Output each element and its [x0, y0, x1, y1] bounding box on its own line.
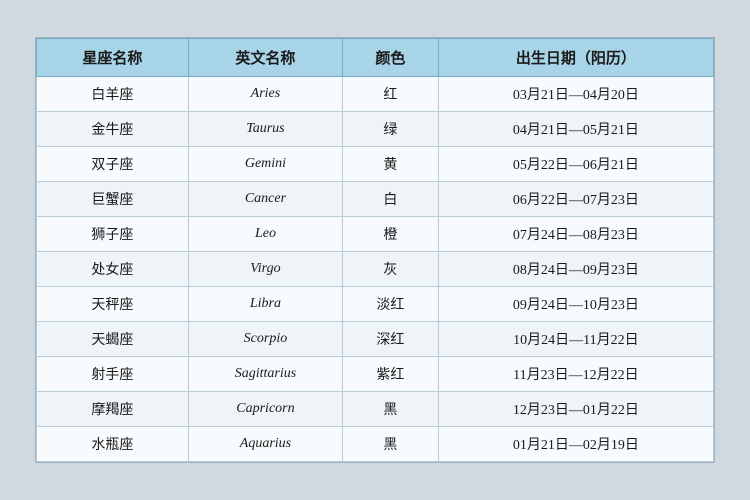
table-row: 天蝎座Scorpio深红10月24日—11月22日	[37, 322, 714, 357]
zodiac-table: 星座名称英文名称颜色出生日期（阳历） 白羊座Aries红03月21日—04月20…	[36, 38, 714, 462]
cell-5-0: 处女座	[37, 252, 189, 287]
cell-2-3: 05月22日—06月21日	[438, 147, 713, 182]
cell-2-2: 黄	[343, 147, 439, 182]
table-row: 射手座Sagittarius紫红11月23日—12月22日	[37, 357, 714, 392]
cell-7-0: 天蝎座	[37, 322, 189, 357]
cell-1-0: 金牛座	[37, 112, 189, 147]
zodiac-table-container: 星座名称英文名称颜色出生日期（阳历） 白羊座Aries红03月21日—04月20…	[35, 37, 715, 463]
table-row: 双子座Gemini黄05月22日—06月21日	[37, 147, 714, 182]
cell-4-2: 橙	[343, 217, 439, 252]
cell-4-3: 07月24日—08月23日	[438, 217, 713, 252]
cell-9-2: 黑	[343, 392, 439, 427]
cell-8-3: 11月23日—12月22日	[438, 357, 713, 392]
header-col-3: 出生日期（阳历）	[438, 39, 713, 77]
cell-10-0: 水瓶座	[37, 427, 189, 462]
cell-5-1: Virgo	[188, 252, 342, 287]
cell-9-0: 摩羯座	[37, 392, 189, 427]
cell-8-1: Sagittarius	[188, 357, 342, 392]
table-row: 白羊座Aries红03月21日—04月20日	[37, 77, 714, 112]
header-col-1: 英文名称	[188, 39, 342, 77]
cell-7-2: 深红	[343, 322, 439, 357]
cell-0-1: Aries	[188, 77, 342, 112]
cell-2-0: 双子座	[37, 147, 189, 182]
cell-2-1: Gemini	[188, 147, 342, 182]
header-col-2: 颜色	[343, 39, 439, 77]
table-row: 巨蟹座Cancer白06月22日—07月23日	[37, 182, 714, 217]
cell-4-0: 狮子座	[37, 217, 189, 252]
table-row: 天秤座Libra淡红09月24日—10月23日	[37, 287, 714, 322]
cell-6-0: 天秤座	[37, 287, 189, 322]
table-row: 金牛座Taurus绿04月21日—05月21日	[37, 112, 714, 147]
cell-10-2: 黑	[343, 427, 439, 462]
cell-8-2: 紫红	[343, 357, 439, 392]
cell-0-3: 03月21日—04月20日	[438, 77, 713, 112]
cell-3-2: 白	[343, 182, 439, 217]
cell-9-3: 12月23日—01月22日	[438, 392, 713, 427]
table-row: 水瓶座Aquarius黑01月21日—02月19日	[37, 427, 714, 462]
cell-5-3: 08月24日—09月23日	[438, 252, 713, 287]
cell-1-3: 04月21日—05月21日	[438, 112, 713, 147]
header-col-0: 星座名称	[37, 39, 189, 77]
cell-7-3: 10月24日—11月22日	[438, 322, 713, 357]
cell-5-2: 灰	[343, 252, 439, 287]
cell-10-3: 01月21日—02月19日	[438, 427, 713, 462]
cell-0-0: 白羊座	[37, 77, 189, 112]
cell-9-1: Capricorn	[188, 392, 342, 427]
cell-7-1: Scorpio	[188, 322, 342, 357]
cell-1-1: Taurus	[188, 112, 342, 147]
cell-10-1: Aquarius	[188, 427, 342, 462]
table-row: 处女座Virgo灰08月24日—09月23日	[37, 252, 714, 287]
cell-6-1: Libra	[188, 287, 342, 322]
cell-1-2: 绿	[343, 112, 439, 147]
cell-6-2: 淡红	[343, 287, 439, 322]
table-row: 狮子座Leo橙07月24日—08月23日	[37, 217, 714, 252]
cell-6-3: 09月24日—10月23日	[438, 287, 713, 322]
table-body: 白羊座Aries红03月21日—04月20日金牛座Taurus绿04月21日—0…	[37, 77, 714, 462]
cell-4-1: Leo	[188, 217, 342, 252]
table-row: 摩羯座Capricorn黑12月23日—01月22日	[37, 392, 714, 427]
cell-0-2: 红	[343, 77, 439, 112]
cell-3-0: 巨蟹座	[37, 182, 189, 217]
cell-8-0: 射手座	[37, 357, 189, 392]
table-header-row: 星座名称英文名称颜色出生日期（阳历）	[37, 39, 714, 77]
cell-3-1: Cancer	[188, 182, 342, 217]
cell-3-3: 06月22日—07月23日	[438, 182, 713, 217]
